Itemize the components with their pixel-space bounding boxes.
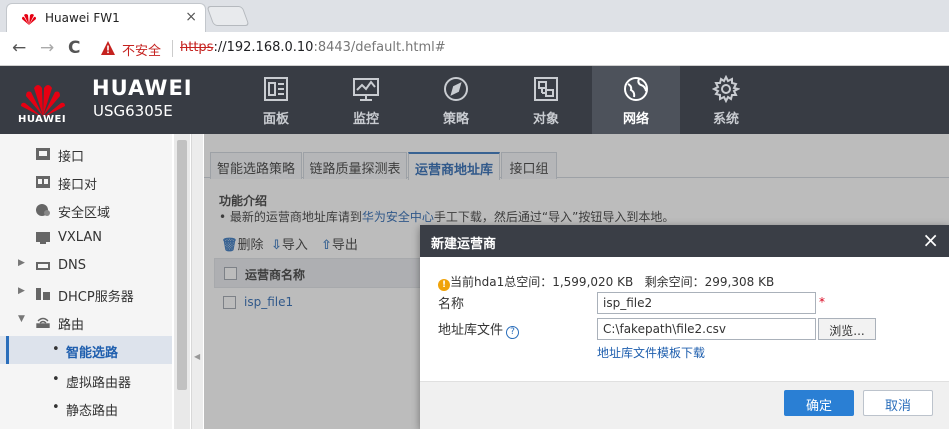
url-path: :8443/default.html# [313, 40, 446, 55]
collapse-left-icon: ◀ [194, 352, 201, 361]
browser-tab[interactable]: Huawei FW1 × [6, 3, 206, 32]
dns-icon [36, 262, 50, 270]
sidebar-item-label: VXLAN [58, 230, 102, 245]
nav-label: 监控 [352, 112, 379, 127]
sidebar-item-static-route[interactable]: • 静态路由 [0, 394, 172, 422]
sidebar: 接口 接口对 安全区域 VXLAN ▶ DNS ▶ DHCP服务器 ▼ 路由 •… [0, 134, 172, 429]
nav-policy[interactable]: 策略 [412, 66, 500, 134]
sidebar-item-label: 虚拟路由器 [66, 376, 132, 391]
browser-tabstrip: Huawei FW1 × [0, 0, 949, 32]
name-label: 名称 [438, 297, 465, 312]
nav-label: 系统 [712, 112, 739, 127]
nav-monitor[interactable]: 监控 [322, 66, 410, 134]
nav-label: 对象 [532, 112, 559, 127]
nav-system[interactable]: 系统 [682, 66, 770, 134]
sidebar-item-label: DNS [58, 258, 86, 273]
collapse-arrow-icon[interactable]: ▼ [18, 314, 25, 324]
url-host: ://192.168.0.10 [213, 40, 314, 55]
new-isp-dialog: 新建运营商 × ! 当前hda1总空间：1,599,020 KB 剩余空间：299… [420, 225, 949, 429]
security-zone-icon [36, 204, 50, 216]
storage-space-info: ! 当前hda1总空间：1,599,020 KB 剩余空间：299,308 KB [438, 273, 774, 291]
address-separator [172, 40, 173, 57]
dialog-header: 新建运营商 × [420, 225, 949, 257]
dhcp-server-icon [36, 288, 50, 300]
bullet: • [52, 372, 60, 387]
name-input[interactable] [597, 292, 816, 314]
file-label-text: 地址库文件 [438, 323, 504, 338]
reload-icon[interactable]: C [68, 38, 80, 58]
ok-button[interactable]: 确定 [784, 390, 854, 416]
close-icon[interactable]: × [922, 229, 939, 251]
warning-triangle-icon[interactable] [100, 40, 116, 56]
router-icon [36, 317, 50, 328]
dashboard-icon [264, 77, 288, 101]
sidebar-item-label: 静态路由 [66, 404, 119, 419]
device-model: USG6305E [93, 102, 173, 120]
browser-tab-title: Huawei FW1 [45, 11, 120, 25]
sidebar-item-vxlan[interactable]: VXLAN [0, 224, 172, 252]
sidebar-item-interface-pair[interactable]: 接口对 [0, 168, 172, 196]
sidebar-item-interface[interactable]: 接口 [0, 140, 172, 168]
url-input[interactable]: https://192.168.0.10:8443/default.html# [180, 40, 446, 55]
nav-network[interactable]: 网络 [592, 66, 680, 134]
logo-text: HUAWEI [18, 114, 67, 125]
sidebar-item-label: 智能选路 [66, 346, 119, 361]
nav-label: 策略 [442, 112, 469, 127]
nav-object[interactable]: 对象 [502, 66, 590, 134]
total-space: 当前hda1总空间：1,599,020 KB [450, 275, 634, 289]
interface-pair-icon [36, 176, 50, 188]
sidebar-collapse-handle[interactable]: ◀ [191, 134, 203, 429]
file-path-input[interactable] [597, 318, 816, 340]
file-label: 地址库文件? [438, 319, 520, 339]
sidebar-item-dns[interactable]: ▶ DNS [0, 252, 172, 280]
expand-arrow-icon[interactable]: ▶ [18, 258, 25, 268]
browse-button[interactable]: 浏览... [818, 318, 876, 340]
help-icon[interactable]: ? [506, 326, 520, 339]
sidebar-item-virtual-router[interactable]: • 虚拟路由器 [0, 366, 172, 394]
nav-label: 网络 [622, 112, 649, 127]
compass-icon [444, 77, 468, 101]
sidebar-item-label: DHCP服务器 [58, 290, 134, 305]
sidebar-item-label: 接口对 [58, 178, 98, 193]
back-arrow-icon[interactable]: ← [12, 38, 26, 58]
brand-name: HUAWEI [92, 76, 193, 100]
vxlan-icon [36, 232, 50, 244]
nav-label: 面板 [262, 112, 289, 127]
url-scheme: https [180, 40, 214, 55]
nav-dashboard[interactable]: 面板 [232, 66, 320, 134]
sidebar-item-security-zone[interactable]: 安全区域 [0, 196, 172, 224]
warning-icon: ! [438, 279, 450, 291]
bullet: • [52, 400, 60, 415]
sidebar-item-label: 路由 [58, 318, 85, 333]
sidebar-item-label: 接口 [58, 150, 85, 165]
interface-icon [36, 148, 50, 160]
insecure-label[interactable]: 不安全 [122, 40, 161, 59]
sidebar-item-smart-routing[interactable]: • 智能选路 [0, 336, 172, 364]
forward-arrow-icon[interactable]: → [40, 38, 54, 58]
globe-icon [624, 77, 648, 101]
gear-icon [712, 75, 740, 103]
app-header: HUAWEI HUAWEI USG6305E 面板 监控 策略 对象 网络 系统 [0, 66, 949, 134]
close-icon[interactable]: × [185, 9, 197, 25]
huawei-favicon-icon [22, 14, 36, 25]
dialog-title: 新建运营商 [431, 237, 497, 252]
object-icon [534, 77, 558, 101]
sidebar-item-routing[interactable]: ▼ 路由 [0, 308, 172, 336]
monitor-icon [353, 78, 379, 101]
required-mark: * [819, 295, 825, 309]
new-tab-button[interactable] [206, 6, 250, 26]
sidebar-item-dhcp[interactable]: ▶ DHCP服务器 [0, 280, 172, 308]
dialog-footer: 确定 取消 [420, 381, 949, 429]
address-bar: ← → C 不安全 https://192.168.0.10:8443/defa… [0, 32, 949, 66]
template-download-link[interactable]: 地址库文件模板下载 [597, 344, 705, 361]
sidebar-item-label: 安全区域 [58, 206, 111, 221]
cancel-button[interactable]: 取消 [863, 390, 933, 416]
sidebar-scrollbar-thumb[interactable] [177, 140, 187, 390]
free-space: 剩余空间：299,308 KB [644, 275, 775, 289]
bullet: • [52, 342, 60, 357]
expand-arrow-icon[interactable]: ▶ [18, 286, 25, 296]
